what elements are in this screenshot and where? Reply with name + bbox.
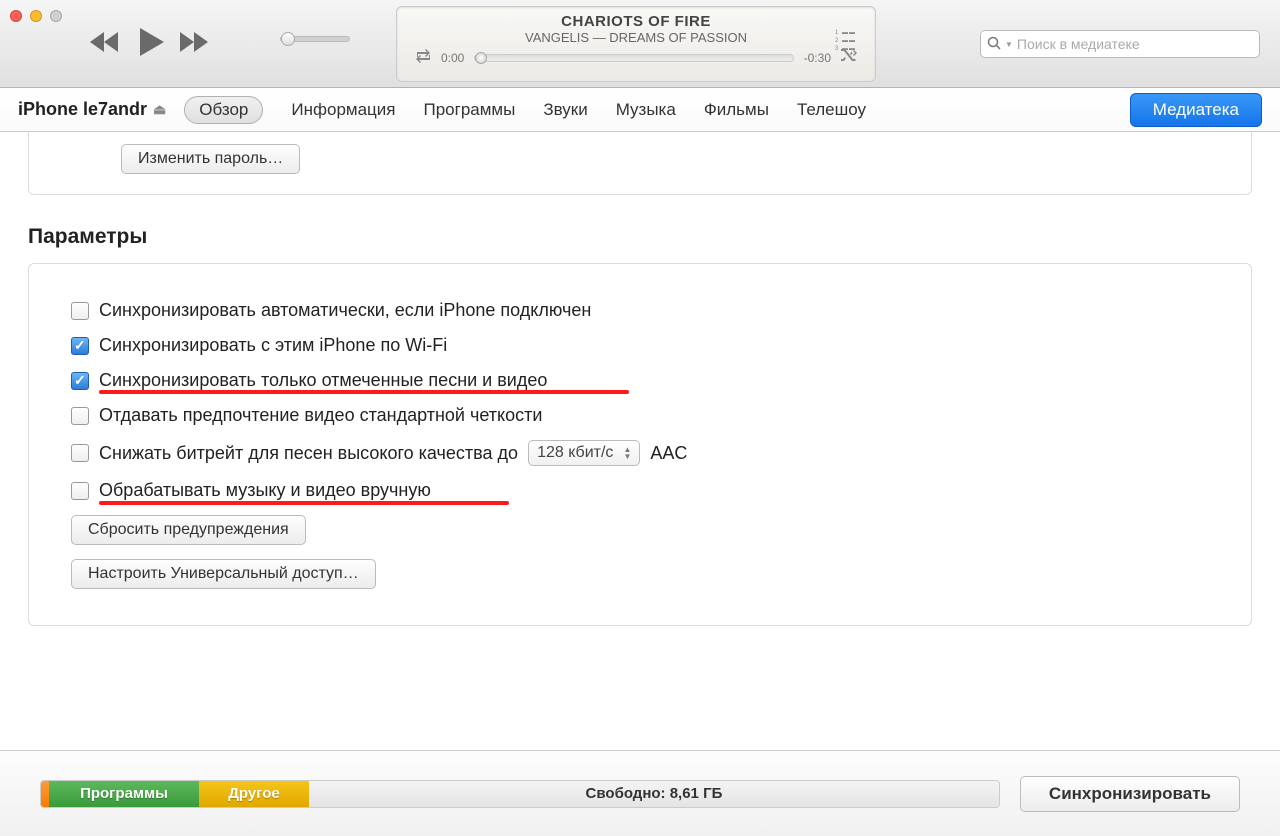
eject-icon[interactable]: ⏏ — [153, 101, 166, 118]
reset-warnings-button[interactable]: Сбросить предупреждения — [71, 515, 306, 545]
tab-programs[interactable]: Программы — [423, 100, 515, 120]
label-prefer-sd: Отдавать предпочтение видео стандартной … — [99, 405, 542, 426]
capacity-bar: Программы Другое Свободно: 8,61 ГБ — [40, 780, 1000, 808]
capacity-other: Другое — [199, 781, 309, 807]
tab-movies[interactable]: Фильмы — [704, 100, 769, 120]
library-button[interactable]: Медиатека — [1130, 93, 1262, 127]
label-auto-sync: Синхронизировать автоматически, если iPh… — [99, 300, 591, 321]
track-artist-album: VANGELIS — DREAMS OF PASSION — [525, 30, 747, 45]
window-zoom-button[interactable] — [50, 10, 62, 22]
change-password-button[interactable]: Изменить пароль… — [121, 144, 300, 174]
window-close-button[interactable] — [10, 10, 22, 22]
next-track-button[interactable] — [180, 32, 210, 55]
tab-overview[interactable]: Обзор — [184, 96, 263, 124]
sync-button[interactable]: Синхронизировать — [1020, 776, 1240, 812]
repeat-icon[interactable] — [415, 49, 431, 66]
checkbox-wifi-sync[interactable] — [71, 337, 89, 355]
checkbox-lower-bitrate[interactable] — [71, 444, 89, 462]
window-minimize-button[interactable] — [30, 10, 42, 22]
play-button[interactable] — [136, 28, 164, 59]
tab-music[interactable]: Музыка — [616, 100, 676, 120]
checkbox-auto-sync[interactable] — [71, 302, 89, 320]
bitrate-select[interactable]: 128 кбит/с ▲▼ — [528, 440, 640, 466]
time-remaining: -0:30 — [804, 51, 831, 65]
bitrate-codec: AAC — [650, 443, 687, 464]
tab-tvshows[interactable]: Телешоу — [797, 100, 866, 120]
checkbox-only-checked[interactable] — [71, 372, 89, 390]
search-icon — [987, 36, 1001, 53]
previous-track-button[interactable] — [90, 32, 120, 55]
label-only-checked: Синхронизировать только отмеченные песни… — [99, 370, 547, 391]
playback-controls — [90, 28, 210, 59]
now-playing-display: CHARIOTS OF FIRE VANGELIS — DREAMS OF PA… — [396, 6, 876, 82]
volume-slider[interactable] — [280, 36, 350, 42]
parameters-heading: Параметры — [28, 225, 1252, 249]
search-chevron-icon[interactable]: ▼ — [1005, 40, 1013, 49]
label-lower-bitrate: Снижать битрейт для песен высокого качес… — [99, 443, 518, 464]
tab-sounds[interactable]: Звуки — [543, 100, 587, 120]
search-input[interactable] — [1017, 36, 1253, 52]
label-manual: Обрабатывать музыку и видео вручную — [99, 480, 431, 501]
time-elapsed: 0:00 — [441, 51, 464, 65]
checkbox-prefer-sd[interactable] — [71, 407, 89, 425]
checkbox-manual[interactable] — [71, 482, 89, 500]
parameters-panel: Синхронизировать автоматически, если iPh… — [28, 263, 1252, 626]
track-title: CHARIOTS OF FIRE — [561, 13, 711, 30]
progress-slider[interactable] — [474, 54, 793, 62]
search-field[interactable]: ▼ — [980, 30, 1260, 58]
configure-access-button[interactable]: Настроить Универсальный доступ… — [71, 559, 376, 589]
up-next-icon[interactable]: 1 ▬▬2 ▬▬3 ▬▬ — [835, 30, 856, 54]
annotation-underline-1 — [99, 390, 629, 394]
annotation-underline-2 — [99, 501, 509, 505]
capacity-free: Свободно: 8,61 ГБ — [309, 781, 999, 807]
device-name: iPhone le7andr ⏏ — [18, 99, 166, 120]
capacity-misc — [41, 781, 49, 807]
capacity-programs: Программы — [49, 781, 199, 807]
label-wifi-sync: Синхронизировать с этим iPhone по Wi-Fi — [99, 335, 447, 356]
tab-info[interactable]: Информация — [291, 100, 395, 120]
